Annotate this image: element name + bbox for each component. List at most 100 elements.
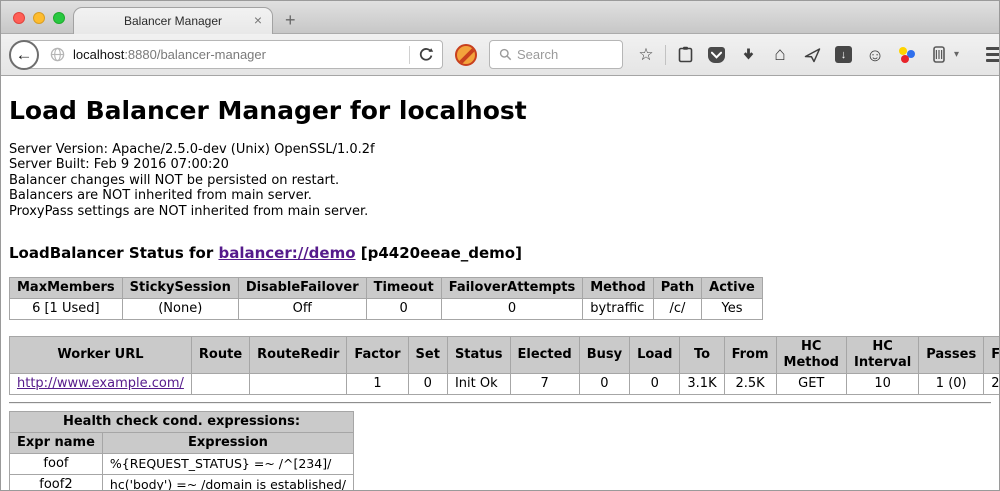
from-value: 2.5K [724,374,776,395]
server-info: Server Version: Apache/2.5.0-dev (Unix) … [9,142,991,219]
send-plane-icon[interactable] [803,46,821,64]
colordots-extension-icon[interactable] [898,46,916,64]
disablefailover-value: Off [238,299,366,320]
hc-method-value: GET [776,374,846,395]
col-hc-method: HC Method [776,337,846,374]
search-input[interactable] [517,47,612,62]
persist-note-line: Balancer changes will NOT be persisted o… [9,173,991,188]
menu-icon[interactable] [986,47,1000,62]
back-arrow-icon: ← [16,45,33,65]
col-expr-name: Expr name [10,433,103,454]
container-extension-icon[interactable] [930,46,948,64]
tab-close-icon[interactable]: × [254,12,262,29]
col-failoverattempts: FailoverAttempts [441,278,583,299]
tab-strip: Balancer Manager × + [1,1,999,33]
status-heading-prefix: LoadBalancer Status for [9,244,218,262]
url-text[interactable]: localhost:8880/balancer-manager [73,47,401,62]
window-controls [13,12,65,24]
col-busy: Busy [579,337,629,374]
expression-value: %{REQUEST_STATUS} =~ /^[234]/ [102,454,353,475]
status-value: Init Ok [447,374,510,395]
balancer-settings-table: MaxMembers StickySession DisableFailover… [9,277,763,320]
path-value: /c/ [653,299,701,320]
video-download-icon[interactable]: ↓ [835,46,852,63]
downloads-icon[interactable] [739,46,757,64]
balancer-demo-link[interactable]: balancer://demo [218,244,355,262]
back-button[interactable]: ← [9,40,39,70]
content-block-icon[interactable] [455,44,477,66]
server-version-line: Server Version: Apache/2.5.0-dev (Unix) … [9,142,991,157]
toolbar-icons: ☆ ⌂ ↓ ☺ ▾ [637,45,1000,65]
col-path: Path [653,278,701,299]
health-check-title: Health check cond. expressions: [10,412,354,433]
passes-value: 1 (0) [919,374,984,395]
pocket-icon[interactable] [708,47,725,63]
table-row: 6 [1 Used] (None) Off 0 0 bytraffic /c/ … [10,299,763,320]
search-icon [498,46,512,64]
stickysession-value: (None) [122,299,238,320]
maxmembers-value: 6 [1 Used] [10,299,123,320]
site-globe-icon [50,47,65,62]
col-expression: Expression [102,433,353,454]
server-built-line: Server Built: Feb 9 2016 07:00:20 [9,157,991,172]
new-tab-button[interactable]: + [285,10,296,30]
browser-window: Balancer Manager × + ← localhost:8880/ba… [0,0,1000,491]
table-header-row: Expr name Expression [10,433,354,454]
loadbalancer-status-heading: LoadBalancer Status for balancer://demo … [9,244,991,262]
col-passes: Passes [919,337,984,374]
minimize-window-button[interactable] [33,12,45,24]
load-value: 0 [630,374,680,395]
page-title: Load Balancer Manager for localhost [9,96,991,125]
search-bar[interactable] [489,40,623,69]
col-routeredir: RouteRedir [250,337,347,374]
col-factor: Factor [347,337,408,374]
download-arrow-glyph: ↓ [841,47,847,63]
table-row: foof %{REQUEST_STATUS} =~ /^[234]/ [10,454,354,475]
url-bar[interactable]: localhost:8880/balancer-manager [23,40,443,69]
status-heading-suffix: [p4420eeae_demo] [356,244,522,262]
fails-value: 2 (0) [984,374,999,395]
hc-interval-value: 10 [846,374,918,395]
set-value: 0 [408,374,447,395]
toolbar-divider [665,45,666,65]
elected-value: 7 [510,374,579,395]
worker-url-link[interactable]: http://www.example.com/ [17,376,184,391]
page-content: Load Balancer Manager for localhost Serv… [1,76,999,490]
table-header-row: MaxMembers StickySession DisableFailover… [10,278,763,299]
col-disablefailover: DisableFailover [238,278,366,299]
col-set: Set [408,337,447,374]
zoom-window-button[interactable] [53,12,65,24]
home-icon[interactable]: ⌂ [771,46,789,64]
balancers-note-line: Balancers are NOT inherited from main se… [9,188,991,203]
col-to: To [680,337,724,374]
timeout-value: 0 [366,299,441,320]
proxypass-note-line: ProxyPass settings are NOT inherited fro… [9,204,991,219]
reading-list-icon[interactable] [676,46,694,64]
col-status: Status [447,337,510,374]
url-divider [409,46,410,64]
col-from: From [724,337,776,374]
health-check-table: Health check cond. expressions: Expr nam… [9,411,354,490]
bookmark-star-icon[interactable]: ☆ [637,46,655,64]
tab-title: Balancer Manager [124,14,222,28]
col-fails: Fails [984,337,999,374]
table-row: foof2 hc('body') =~ /domain is establish… [10,475,354,490]
chevron-down-icon[interactable]: ▾ [954,49,959,60]
toolbar-divider [969,45,970,65]
feedback-smiley-icon[interactable]: ☺ [866,46,884,64]
worker-table: Worker URL Route RouteRedir Factor Set S… [9,336,999,395]
reload-button[interactable] [418,47,434,63]
col-maxmembers: MaxMembers [10,278,123,299]
col-route: Route [191,337,249,374]
col-stickysession: StickySession [122,278,238,299]
to-value: 3.1K [680,374,724,395]
route-value [191,374,249,395]
col-worker-url: Worker URL [10,337,192,374]
tab-balancer-manager[interactable]: Balancer Manager × [73,7,273,34]
factor-value: 1 [347,374,408,395]
failoverattempts-value: 0 [441,299,583,320]
expr-name-value: foof [10,454,103,475]
expr-name-value: foof2 [10,475,103,490]
close-window-button[interactable] [13,12,25,24]
method-value: bytraffic [583,299,653,320]
